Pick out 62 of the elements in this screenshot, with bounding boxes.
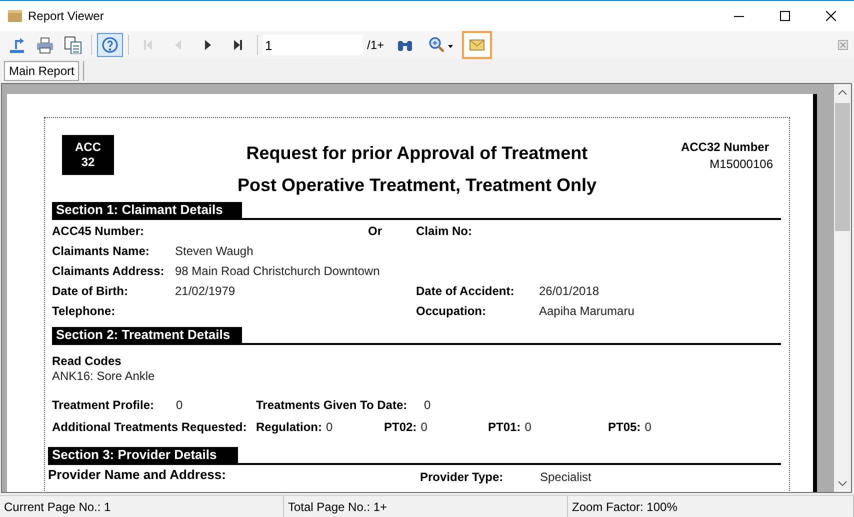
field-value: 0 (524, 419, 532, 436)
field-value: 21/02/1979 (175, 283, 236, 300)
field-label: Provider Name and Address: (48, 467, 227, 484)
number-label: ACC32 Number (680, 139, 769, 155)
chevron-up-icon[interactable] (838, 90, 847, 95)
box-icon (8, 10, 22, 22)
status-text: Zoom Factor: 100% (572, 498, 678, 516)
field-label: Treatment Profile: (52, 397, 156, 414)
close-icon[interactable] (826, 11, 836, 21)
status-text: Total Page No.: 1+ (288, 498, 388, 516)
field-value: 0 (326, 419, 333, 436)
window-title: Report Viewer (28, 8, 104, 25)
field-value: 26/01/2018 (539, 283, 600, 300)
field-label: Telephone: (52, 303, 116, 320)
help-button[interactable] (97, 33, 123, 57)
page-number-field[interactable]: 1 (263, 35, 363, 55)
badge-text: 32 (81, 155, 95, 170)
field-value: 0 (176, 397, 184, 414)
section-heading: Section 3: Provider Details (48, 447, 238, 463)
scrollbar[interactable] (834, 84, 851, 492)
report-tab[interactable]: Main Report (4, 61, 80, 81)
field-label: Occupation: (416, 303, 488, 320)
page-total: /1+ (367, 37, 384, 54)
field-label: Treatments Given To Date: (256, 397, 408, 414)
zoom-icon (428, 36, 454, 54)
field-label: Date of Birth: (52, 283, 129, 300)
field-value: 98 Main Road Christchurch Downtown (175, 263, 381, 280)
copy-icon (64, 36, 82, 54)
help-icon (101, 36, 119, 54)
field-value: 0 (644, 419, 652, 436)
export-icon (8, 36, 26, 54)
number-value: M15000106 (710, 156, 773, 173)
field-label: ACC45 Number: (52, 223, 146, 240)
read-codes-label: Read Codes (52, 354, 122, 369)
maximize-icon[interactable] (780, 11, 790, 21)
section-heading: Section 2: Treatment Details (52, 327, 242, 343)
scroll-thumb[interactable] (835, 103, 850, 231)
field-label: Claimants Name: (52, 243, 150, 260)
or-text: Or (368, 223, 384, 240)
field-label: Provider Type: (420, 469, 504, 486)
field-value: 0 (424, 397, 431, 414)
field-label: PT05: (608, 419, 641, 436)
section-heading: Section 1: Claimant Details (52, 202, 242, 218)
badge-text: ACC (75, 140, 101, 155)
field-label: PT01: (488, 419, 521, 436)
field-label: Date of Accident: (416, 283, 516, 300)
printer-icon (36, 36, 54, 54)
report-subtitle: Post Operative Treatment, Treatment Only (237, 174, 597, 196)
field-label: PT02: (384, 419, 417, 436)
report-title: Request for prior Approval of Treatment (246, 142, 588, 164)
field-value: Aapiha Marumaru (539, 303, 636, 320)
status-text: Current Page No.: 1 (4, 498, 111, 516)
field-value: Steven Waugh (175, 243, 254, 260)
envelope-button[interactable] (464, 33, 490, 57)
field-label: Additional Treatments Requested: (52, 419, 248, 436)
field-value: Specialist (540, 469, 592, 486)
field-label: Claim No: (416, 223, 474, 240)
field-label: Claimants Address: (52, 263, 166, 280)
field-value: 0 (420, 419, 428, 436)
read-code: ANK16: Sore Ankle (52, 369, 156, 384)
chevron-down-icon[interactable] (838, 481, 847, 486)
field-label: Regulation: (256, 419, 322, 436)
